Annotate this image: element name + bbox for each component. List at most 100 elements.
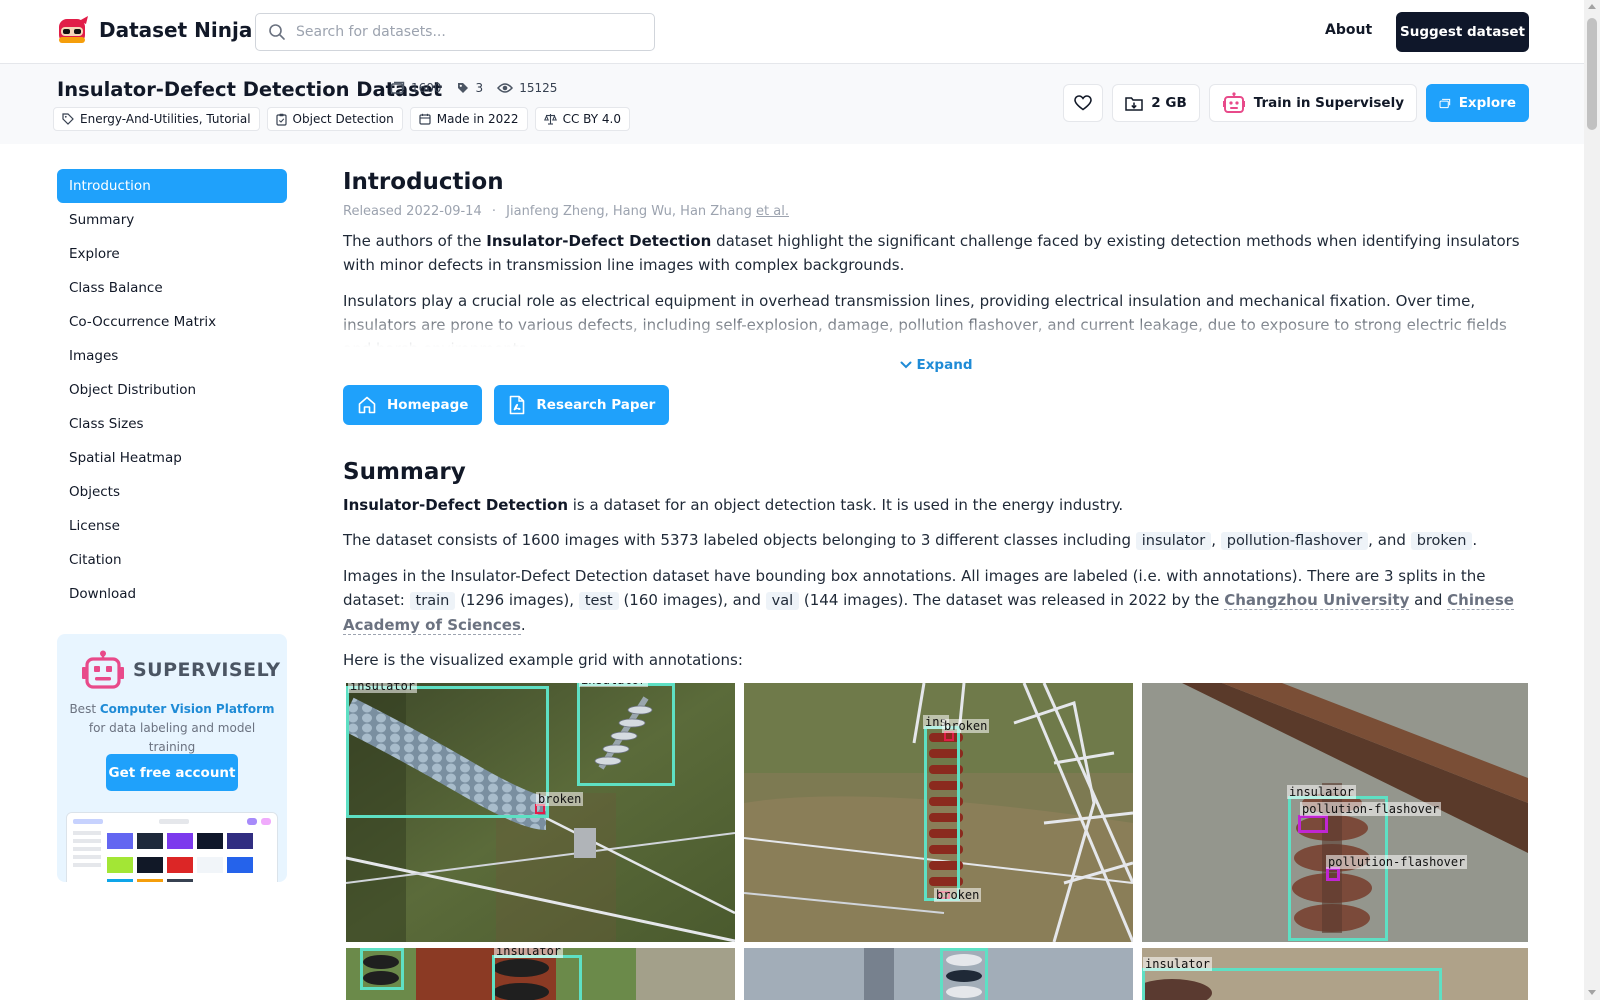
meta-separator: ·: [491, 204, 497, 219]
bbox-pollution-flashover: [1298, 815, 1328, 833]
sidebar-item-co-occurrence-matrix[interactable]: Co-Occurrence Matrix: [57, 305, 287, 339]
images-icon: [1439, 98, 1451, 108]
split-chip-test[interactable]: test: [578, 592, 619, 610]
summary-s1-post: is a dataset for an object detection tas…: [568, 496, 1124, 514]
bbox-label-pollution-flashover: pollution-flashover: [1326, 855, 1468, 869]
authors: Jianfeng Zheng, Hang Wu, Han Zhang: [506, 204, 752, 219]
org-link-changzhou[interactable]: Changzhou University: [1224, 591, 1410, 610]
example-image-1[interactable]: insulator insulator broken: [346, 683, 735, 942]
sidebar-item-object-distribution[interactable]: Object Distribution: [57, 373, 287, 407]
expand-label: Expand: [916, 357, 973, 373]
bbox-label-broken: broken: [536, 792, 584, 806]
download-size-button[interactable]: 2 GB: [1112, 84, 1200, 122]
explore-button[interactable]: Explore: [1426, 84, 1529, 122]
scroll-up-arrow-icon[interactable]: [1588, 4, 1596, 9]
explore-label: Explore: [1458, 95, 1516, 111]
class-chip-insulator[interactable]: insulator: [1135, 532, 1212, 550]
train-in-supervisely-button[interactable]: Train in Supervisely: [1208, 84, 1417, 122]
supervisely-robot-icon: [1222, 92, 1245, 113]
split-train-count: (1296 images),: [455, 591, 579, 609]
and-text: and: [1409, 591, 1448, 609]
sidebar-item-download[interactable]: Download: [57, 577, 287, 611]
sidebar-item-class-sizes[interactable]: Class Sizes: [57, 407, 287, 441]
release-meta: Released 2022-09-14 · Jianfeng Zheng, Ha…: [343, 204, 1529, 219]
tags-icon: [457, 83, 468, 93]
about-link[interactable]: About: [1325, 22, 1372, 38]
homepage-button[interactable]: Homepage: [343, 385, 483, 425]
year-tag[interactable]: Made in 2022: [409, 107, 528, 131]
supervisely-robot-icon: [82, 650, 124, 689]
section-nav: Introduction Summary Explore Class Balan…: [57, 169, 287, 611]
split-chip-train[interactable]: train: [409, 592, 456, 610]
license-tag-label: CC BY 4.0: [562, 112, 621, 126]
year-tag-label: Made in 2022: [436, 112, 519, 126]
annotation-example-grid: insulator insulator broken ins broken br…: [346, 683, 1528, 1000]
bbox-label-insulator: insulator: [1287, 785, 1357, 799]
research-paper-label: Research Paper: [536, 397, 656, 413]
search-input[interactable]: [296, 24, 626, 40]
heart-icon: [1074, 95, 1093, 111]
license-tag[interactable]: CC BY 4.0: [534, 107, 630, 131]
and-sep: , and: [1368, 531, 1411, 549]
sidebar-item-spatial-heatmap[interactable]: Spatial Heatmap: [57, 441, 287, 475]
bbox-insulator: [1142, 968, 1442, 1000]
bbox-pollution-flashover: [1326, 867, 1340, 881]
search-icon: [269, 24, 285, 40]
sidebar-item-introduction[interactable]: Introduction: [57, 169, 287, 203]
sidebar-item-explore[interactable]: Explore: [57, 237, 287, 271]
sidebar-item-images[interactable]: Images: [57, 339, 287, 373]
summary-paragraph-1: Insulator-Defect Detection is a dataset …: [343, 493, 1529, 517]
example-image-2[interactable]: ins broken broken: [744, 683, 1133, 942]
bbox-insulator: [577, 683, 675, 786]
example-image-6[interactable]: insulator: [1142, 948, 1528, 1000]
supervisely-brand: SUPERVISELY: [133, 659, 281, 681]
resource-links: Homepage Research Paper: [343, 385, 1529, 425]
sidebar-item-license[interactable]: License: [57, 509, 287, 543]
example-image-5[interactable]: [744, 948, 1133, 1000]
top-navbar: Dataset Ninja About Suggest dataset: [0, 0, 1584, 64]
bbox-label-insulator: insulator: [494, 948, 564, 958]
home-icon: [358, 396, 376, 414]
et-al-link[interactable]: et al.: [756, 204, 789, 219]
dataset-tags: Energy-And-Utilities, Tutorial Object De…: [53, 107, 630, 131]
expand-button[interactable]: Expand: [343, 357, 1529, 373]
class-chip-pollution-flashover[interactable]: pollution-flashover: [1220, 532, 1369, 550]
images-count: 1600: [411, 81, 442, 95]
scroll-down-arrow-icon[interactable]: [1588, 990, 1596, 995]
brand-logo[interactable]: Dataset Ninja: [57, 15, 252, 45]
promo-platform-link[interactable]: Computer Vision Platform: [100, 702, 275, 716]
sidebar-item-objects[interactable]: Objects: [57, 475, 287, 509]
favorite-button[interactable]: [1063, 84, 1104, 122]
bbox-insulator: [360, 948, 404, 990]
sidebar-item-summary[interactable]: Summary: [57, 203, 287, 237]
sidebar-item-class-balance[interactable]: Class Balance: [57, 271, 287, 305]
task-tag[interactable]: Object Detection: [266, 107, 403, 131]
bbox-label-insulator: insulator: [1143, 957, 1213, 971]
introduction-heading: Introduction: [343, 169, 504, 195]
industry-tag[interactable]: Energy-And-Utilities, Tutorial: [53, 107, 260, 131]
ninja-logo-icon: [59, 16, 88, 43]
example-image-4[interactable]: insulator: [346, 948, 735, 1000]
get-free-account-button[interactable]: Get free account: [106, 754, 238, 791]
dataset-stats: 1600 3 15125: [390, 81, 557, 95]
suggest-dataset-button[interactable]: Suggest dataset: [1396, 12, 1529, 52]
dataset-title: Insulator-Defect Detection Dataset: [57, 78, 443, 101]
bbox-label-insulator: insulator: [348, 683, 418, 693]
classes-count: 3: [475, 81, 484, 95]
tag-icon: [62, 113, 74, 125]
scroll-thumb[interactable]: [1587, 18, 1597, 130]
supervisely-logo: SUPERVISELY: [81, 650, 281, 690]
example-image-3[interactable]: insulator pollution-flashover pollution-…: [1142, 683, 1528, 942]
promo-text-pre: Best: [69, 702, 100, 716]
page-scrollbar[interactable]: [1584, 0, 1600, 1000]
class-chip-broken[interactable]: broken: [1410, 532, 1473, 550]
folder-download-icon: [1125, 96, 1144, 111]
split-val-count: (144 images): [799, 591, 904, 609]
research-paper-button[interactable]: Research Paper: [494, 385, 670, 425]
train-label: Train in Supervisely: [1253, 95, 1404, 111]
split-chip-val[interactable]: val: [765, 592, 800, 610]
sidebar-item-citation[interactable]: Citation: [57, 543, 287, 577]
split-test-count: (160 images), and: [618, 591, 766, 609]
search-box[interactable]: [255, 13, 655, 51]
intro-p1-dataset-name: Insulator-Defect Detection: [486, 232, 712, 250]
